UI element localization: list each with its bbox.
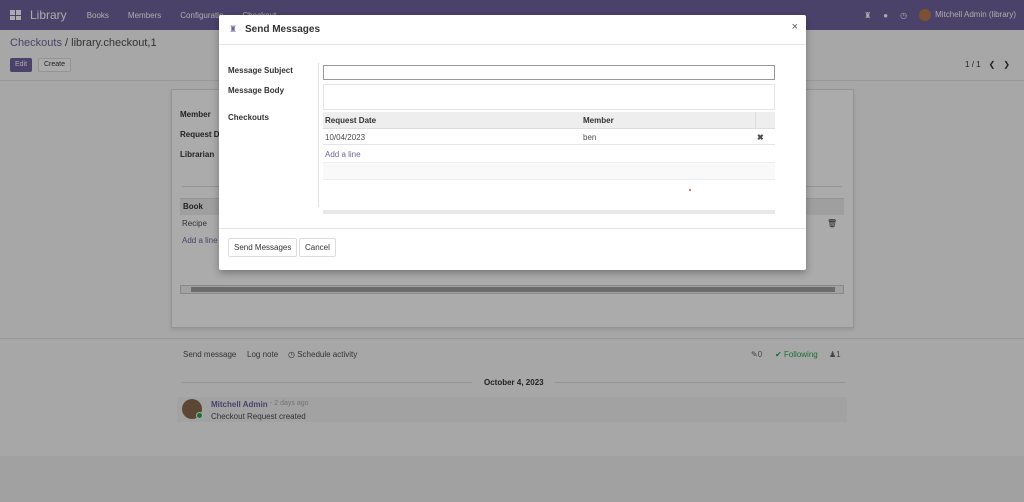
send-messages-dialog: ♜ Send Messages × Message Subject Messag… xyxy=(219,15,806,270)
empty-row xyxy=(323,162,775,179)
message-subject-label: Message Subject xyxy=(228,66,293,75)
dialog-header: ♜ Send Messages × xyxy=(219,15,806,45)
request-date-column-header[interactable]: Request Date xyxy=(325,116,376,125)
dialog-footer: Send Messages Cancel xyxy=(219,228,806,270)
cursor-dot xyxy=(689,189,691,191)
message-subject-input[interactable] xyxy=(323,65,775,80)
close-icon[interactable]: × xyxy=(792,21,798,33)
cancel-button[interactable]: Cancel xyxy=(299,238,336,257)
row-member[interactable]: ben xyxy=(583,133,596,142)
dialog-title: Send Messages xyxy=(245,24,321,35)
send-messages-button[interactable]: Send Messages xyxy=(228,238,298,257)
column-divider xyxy=(755,112,756,129)
row-request-date[interactable]: 10/04/2023 xyxy=(325,133,365,142)
empty-row xyxy=(323,179,775,197)
checkouts-table-header: Request Date Member xyxy=(323,112,775,129)
field-divider xyxy=(318,63,319,207)
message-body-label: Message Body xyxy=(228,86,285,95)
add-line-link[interactable]: Add a line xyxy=(325,150,361,159)
bank-icon: ♜ xyxy=(229,24,238,34)
message-body-editor[interactable] xyxy=(323,84,775,110)
checkouts-label: Checkouts xyxy=(228,113,269,122)
table-scrollbar[interactable] xyxy=(323,210,775,214)
delete-row-icon[interactable]: ✖ xyxy=(757,133,764,142)
table-row[interactable]: 10/04/2023 ben ✖ xyxy=(323,129,775,145)
member-column-header[interactable]: Member xyxy=(583,116,614,125)
